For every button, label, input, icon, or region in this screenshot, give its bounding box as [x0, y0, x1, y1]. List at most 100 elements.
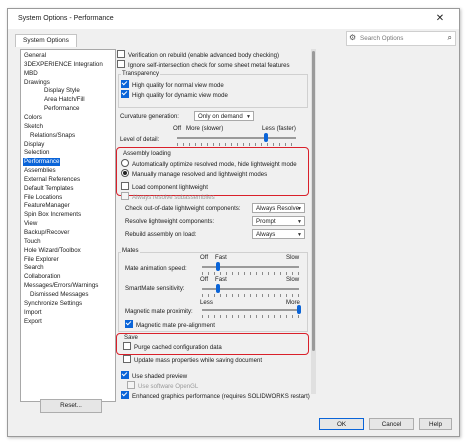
sidebar-item-3dexperience-integration[interactable]: 3DEXPERIENCE Integration	[23, 61, 104, 69]
tab-system-options[interactable]: System Options	[15, 34, 77, 47]
load-lightweight-option[interactable]: Load component lightweight	[121, 182, 208, 191]
rebuild-on-load-select[interactable]: Always ▼	[252, 229, 305, 239]
sidebar-item-collaboration[interactable]: Collaboration	[23, 273, 61, 281]
use-shaded-preview-option[interactable]: Use shaded preview	[121, 371, 187, 380]
mate-speed-fast-label: Fast	[215, 254, 227, 261]
sidebar-item-general[interactable]: General	[23, 52, 47, 60]
purge-cached-option[interactable]: Purge cached configuration data	[123, 342, 222, 351]
always-resolve-option[interactable]: Always resolve subassemblies	[121, 192, 215, 201]
resolve-lightweight-label: Resolve lightweight components:	[125, 218, 215, 225]
smartmate-slow-label: Slow	[286, 276, 300, 283]
sidebar-item-backup-recover[interactable]: Backup/Recover	[23, 229, 70, 237]
sidebar-item-performance[interactable]: Performance	[23, 158, 61, 167]
hq-dynamic-option[interactable]: High quality for dynamic view mode	[121, 90, 228, 99]
auto-optimize-radio[interactable]	[121, 159, 129, 167]
sidebar-item-drawings[interactable]: Drawings	[23, 79, 51, 87]
sidebar-item-colors[interactable]: Colors	[23, 114, 43, 122]
mate-speed-thumb[interactable]	[216, 262, 221, 271]
sidebar-item-display-style[interactable]: Display Style	[43, 87, 81, 95]
hq-normal-checkbox[interactable]	[121, 80, 129, 88]
lod-more-label: More (slower)	[186, 125, 224, 132]
magnetic-prealignment-option[interactable]: Magnetic mate pre-alignment	[125, 320, 215, 329]
check-out-of-date-select[interactable]: Always Resolve ▼	[252, 203, 305, 213]
sidebar-item-selection[interactable]: Selection	[23, 149, 50, 157]
close-icon[interactable]: ✕	[428, 12, 452, 26]
gear-icon[interactable]: ⚙	[349, 33, 356, 43]
sidebar-item-featuremanager[interactable]: FeatureManager	[23, 202, 71, 210]
sidebar-item-file-explorer[interactable]: File Explorer	[23, 256, 60, 264]
reset-button[interactable]: Reset...	[40, 399, 102, 413]
mates-group-label: Mates	[121, 247, 140, 254]
ignore-self-intersection-option[interactable]: Ignore self-intersection check for some …	[117, 60, 290, 69]
resolve-lightweight-select[interactable]: Prompt ▼	[252, 216, 305, 226]
verification-checkbox[interactable]	[117, 50, 125, 58]
auto-optimize-label: Automatically optimize resolved mode, hi…	[132, 161, 297, 168]
verification-on-rebuild-option[interactable]: Verification on rebuild (enable advanced…	[117, 50, 279, 59]
magnetic-prealignment-checkbox[interactable]	[125, 320, 133, 328]
sidebar-item-mbd[interactable]: MBD	[23, 70, 39, 78]
load-lightweight-checkbox[interactable]	[121, 182, 129, 190]
enhanced-graphics-checkbox[interactable]	[121, 391, 129, 399]
curvature-generation-value: Only on demand	[198, 113, 243, 120]
always-resolve-checkbox[interactable]	[121, 192, 129, 200]
purge-cached-checkbox[interactable]	[123, 342, 131, 350]
mate-speed-label: Mate animation speed:	[125, 265, 187, 272]
lod-label: Level of detail:	[120, 136, 160, 143]
sidebar-item-touch[interactable]: Touch	[23, 238, 42, 246]
options-tree[interactable]: General 3DEXPERIENCE Integration MBD Drawin…	[20, 49, 116, 402]
magnetic-proximity-track[interactable]	[202, 309, 299, 311]
use-software-opengl-option[interactable]: Use software OpenGL	[127, 381, 198, 390]
smartmate-thumb[interactable]	[216, 284, 221, 293]
use-software-opengl-checkbox[interactable]	[127, 381, 135, 389]
magnetic-proximity-thumb[interactable]	[297, 305, 301, 314]
sidebar-item-view[interactable]: View	[23, 220, 38, 228]
sidebar-item-search[interactable]: Search	[23, 264, 45, 272]
update-mass-checkbox[interactable]	[123, 355, 131, 363]
search-input[interactable]: ⚙ Search Options ⌕	[346, 31, 456, 46]
sidebar-item-import[interactable]: Import	[23, 309, 43, 317]
sidebar-item-performance[interactable]: Performance	[43, 105, 80, 113]
sidebar-item-display[interactable]: Display	[23, 141, 45, 149]
window-title: System Options - Performance	[18, 15, 114, 22]
sidebar-item-messages-errors-warnings[interactable]: Messages/Errors/Warnings	[23, 282, 99, 290]
sidebar-item-export[interactable]: Export	[23, 318, 43, 326]
curvature-generation-select[interactable]: Only on demand ▼	[194, 111, 254, 121]
hq-normal-option[interactable]: High quality for normal view mode	[121, 80, 224, 89]
hq-dynamic-label: High quality for dynamic view mode	[132, 92, 228, 99]
chevron-down-icon: ▼	[246, 114, 251, 120]
search-icon[interactable]: ⌕	[448, 33, 452, 43]
lod-slider-thumb[interactable]	[264, 133, 269, 142]
cancel-button[interactable]: Cancel	[369, 418, 414, 430]
sidebar-item-synchronize-settings[interactable]: Synchronize Settings	[23, 300, 83, 308]
sidebar-item-hole-wizard-toolbox[interactable]: Hole Wizard/Toolbox	[23, 247, 82, 255]
options-scrollbar-thumb[interactable]	[312, 51, 315, 351]
smartmate-off-label: Off	[200, 276, 209, 283]
sidebar-item-file-locations[interactable]: File Locations	[23, 194, 63, 202]
sidebar-item-dismissed-messages[interactable]: Dismissed Messages	[29, 291, 89, 299]
manually-manage-radio[interactable]	[121, 169, 129, 177]
title-bar: System Options - Performance ✕	[8, 9, 459, 29]
auto-optimize-option[interactable]: Automatically optimize resolved mode, hi…	[121, 159, 297, 168]
check-out-of-date-value: Always Resolve	[256, 205, 300, 212]
save-group-label: Save	[124, 334, 138, 341]
enhanced-graphics-option[interactable]: Enhanced graphics performance (requires …	[121, 391, 310, 400]
manually-manage-option[interactable]: Manually manage resolved and lightweight…	[121, 169, 267, 178]
always-resolve-label: Always resolve subassemblies	[132, 194, 215, 201]
sidebar-item-spin-box-increments[interactable]: Spin Box Increments	[23, 211, 82, 219]
ok-button[interactable]: OK	[319, 418, 364, 430]
smartmate-ticks	[202, 294, 299, 297]
sidebar-item-assemblies[interactable]: Assemblies	[23, 167, 57, 175]
sidebar-item-sketch[interactable]: Sketch	[23, 123, 44, 131]
use-shaded-preview-checkbox[interactable]	[121, 371, 129, 379]
hq-dynamic-checkbox[interactable]	[121, 90, 129, 98]
update-mass-option[interactable]: Update mass properties while saving docu…	[123, 355, 262, 364]
hq-normal-label: High quality for normal view mode	[132, 82, 224, 89]
sidebar-item-area-hatch-fill[interactable]: Area Hatch/Fill	[43, 96, 86, 104]
ignore-self-intersection-checkbox[interactable]	[117, 60, 125, 68]
help-button[interactable]: Help	[419, 418, 452, 430]
sidebar-item-relations-snaps[interactable]: Relations/Snaps	[29, 132, 76, 140]
sidebar-item-default-templates[interactable]: Default Templates	[23, 185, 74, 193]
tab-row: System Options ⚙ Search Options ⌕	[8, 30, 459, 47]
lod-slider-track[interactable]	[177, 137, 296, 139]
sidebar-item-external-references[interactable]: External References	[23, 176, 81, 184]
